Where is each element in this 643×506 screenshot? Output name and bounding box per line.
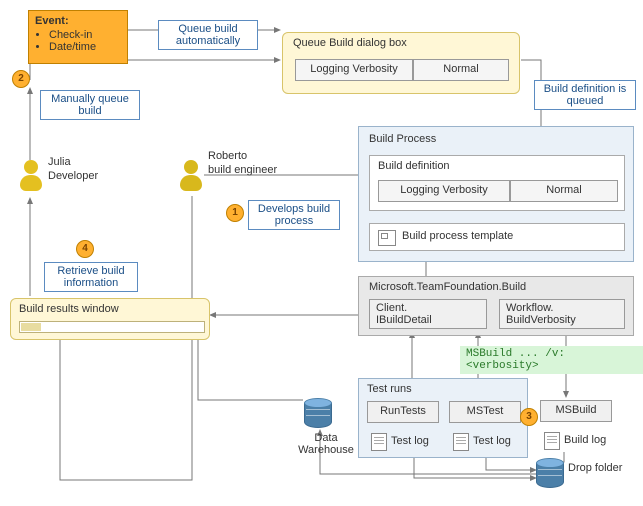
build-definition-title: Build definition (378, 160, 450, 172)
tfbuild-panel: Microsoft.TeamFoundation.Build Client. I… (358, 276, 634, 336)
julia-name: Julia (48, 156, 71, 168)
label-queued: Build definition is queued (534, 80, 636, 110)
event-title: Event: (35, 15, 121, 27)
build-results-title: Build results window (19, 303, 119, 315)
bdef-field-label: Logging Verbosity (378, 180, 510, 202)
test-runs-panel: Test runs RunTests MSTest Test log Test … (358, 378, 528, 458)
label-manual-queue: Manually queue build (40, 90, 140, 120)
julia-role: Developer (48, 170, 98, 182)
event-item: Date/time (49, 41, 121, 53)
label-queue-auto: Queue build automatically (158, 20, 258, 50)
workflow-buildverbosity: Workflow. BuildVerbosity (499, 299, 625, 329)
step-3: 3 (520, 408, 538, 426)
build-template-box: Build process template (369, 223, 625, 251)
event-box: Event: Check-in Date/time (28, 10, 128, 64)
wf-ns: Workflow. (506, 302, 553, 314)
queue-dialog-title: Queue Build dialog box (293, 37, 407, 49)
step-4: 4 (76, 240, 94, 258)
build-results-window: Build results window (10, 298, 210, 340)
roberto-role: build engineer (208, 164, 277, 176)
client-ibuilddetail: Client. IBuildDetail (369, 299, 487, 329)
doc-icon (371, 433, 387, 451)
label-retrieve: Retrieve build information (44, 262, 138, 292)
build-log-label: Build log (564, 434, 606, 446)
wf-cls: BuildVerbosity (506, 314, 576, 326)
test-runs-title: Test runs (367, 383, 412, 395)
event-item: Check-in (49, 29, 121, 41)
build-process-title: Build Process (369, 133, 436, 145)
queue-field-value: Normal (413, 59, 509, 81)
msbuild-command: MSBuild ... /v:<verbosity> (460, 346, 643, 374)
doc-icon (453, 433, 469, 451)
build-definition-box: Build definition Logging Verbosity Norma… (369, 155, 625, 211)
roberto-name: Roberto (208, 150, 247, 162)
msbuild-box: MSBuild (540, 400, 612, 422)
data-warehouse-label: Data Warehouse (296, 432, 356, 456)
client-ns: Client. (376, 302, 407, 314)
database-icon (304, 398, 332, 428)
queue-field-label: Logging Verbosity (295, 59, 413, 81)
runtests-box: RunTests (367, 401, 439, 423)
queue-build-dialog: Queue Build dialog box Logging Verbosity… (282, 32, 520, 94)
client-if: IBuildDetail (376, 314, 432, 326)
step-1: 1 (226, 204, 244, 222)
label-develops: Develops build process (248, 200, 340, 230)
step-2: 2 (12, 70, 30, 88)
bdef-field-value: Normal (510, 180, 618, 202)
test-log-2: Test log (473, 435, 511, 447)
test-log-1: Test log (391, 435, 429, 447)
drop-folder-label: Drop folder (568, 462, 622, 474)
user-roberto-icon (178, 160, 204, 194)
user-julia-icon (18, 160, 44, 194)
build-process-panel: Build Process Build definition Logging V… (358, 126, 634, 262)
build-template-label: Build process template (402, 230, 513, 242)
doc-icon (544, 432, 560, 450)
diagram-canvas: { "event": { "title": "Event:", "items":… (0, 0, 643, 506)
drop-folder-icon (536, 458, 564, 488)
template-icon (378, 230, 396, 246)
mstest-box: MSTest (449, 401, 521, 423)
tfbuild-title: Microsoft.TeamFoundation.Build (369, 281, 526, 293)
